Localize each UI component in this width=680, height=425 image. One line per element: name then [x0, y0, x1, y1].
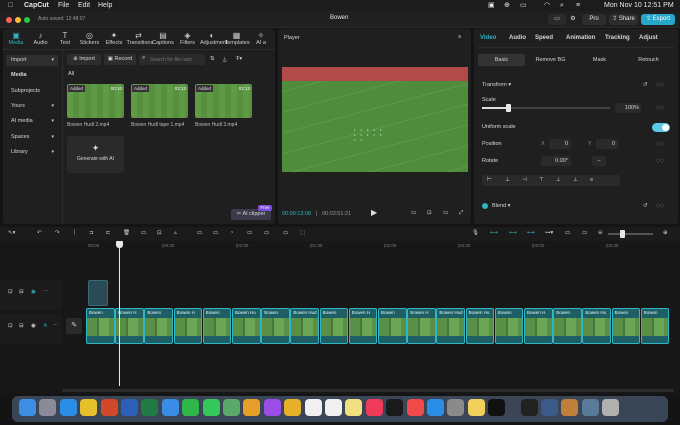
trash-icon[interactable] — [602, 399, 620, 416]
calendar-icon[interactable] — [304, 399, 322, 416]
tv-icon[interactable] — [386, 399, 404, 416]
appstore-icon[interactable] — [427, 399, 444, 416]
finder-icon[interactable] — [19, 399, 36, 416]
messages-icon[interactable] — [202, 399, 220, 416]
reminders-icon[interactable] — [325, 399, 342, 416]
excel-icon[interactable] — [141, 399, 159, 416]
capcut-icon[interactable] — [488, 399, 506, 416]
quicktime-icon[interactable] — [541, 399, 558, 416]
maps-icon[interactable] — [223, 399, 240, 416]
launchpad-icon[interactable] — [39, 399, 57, 416]
podcasts-icon[interactable] — [263, 399, 281, 416]
word-icon[interactable] — [121, 399, 138, 416]
news-icon[interactable] — [406, 399, 424, 416]
dock-icons — [0, 0, 680, 425]
settings-icon[interactable] — [447, 399, 465, 416]
activity-icon[interactable] — [520, 399, 538, 416]
chrome-icon[interactable] — [80, 399, 98, 416]
facetime-icon[interactable] — [182, 399, 200, 416]
downloads-icon[interactable] — [581, 399, 599, 416]
music-icon[interactable] — [365, 399, 383, 416]
stickies-icon[interactable] — [467, 399, 485, 416]
notes-icon[interactable] — [284, 399, 302, 416]
photos-icon[interactable] — [243, 399, 261, 416]
mail-icon[interactable] — [161, 399, 179, 416]
notes-app-icon[interactable] — [345, 399, 363, 416]
powerpoint-icon[interactable] — [100, 399, 118, 416]
safari-icon[interactable] — [59, 399, 77, 416]
photo-booth-icon[interactable] — [561, 399, 579, 416]
